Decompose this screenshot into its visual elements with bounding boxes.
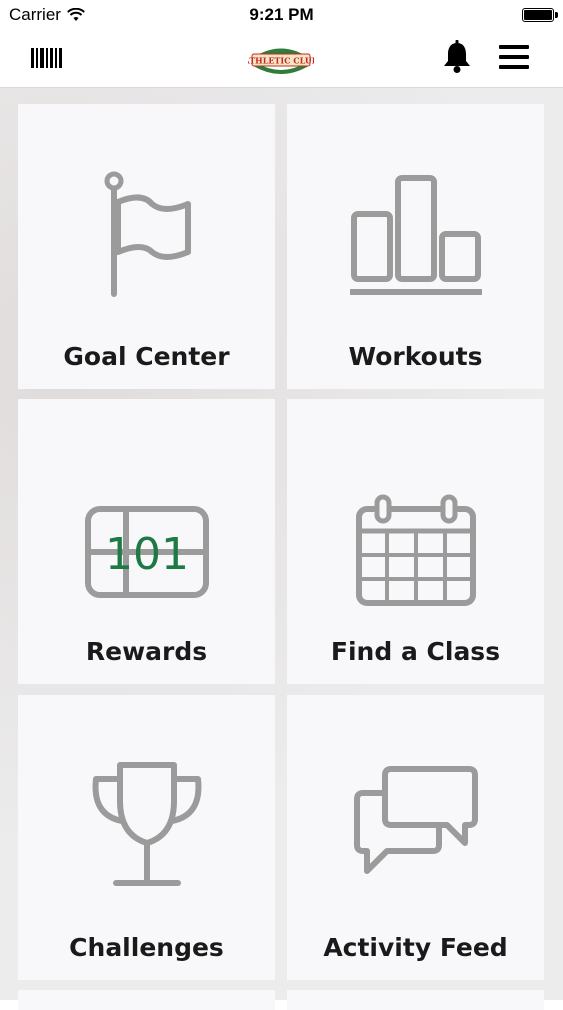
hamburger-menu-icon: [499, 45, 529, 69]
tile-activity-feed[interactable]: Activity Feed: [287, 695, 544, 980]
tile-label: Goal Center: [63, 342, 230, 371]
athletic-club-logo: ATHLETIC CLUB: [242, 40, 319, 78]
chat-bubbles-icon: [353, 766, 478, 874]
clock: 9:21 PM: [249, 5, 314, 24]
rewards-counter-text: 101: [105, 529, 189, 580]
tile-find-a-class[interactable]: Find a Class: [287, 399, 544, 684]
tile-workouts[interactable]: Workouts: [287, 104, 544, 389]
tile-label: Find a Class: [330, 637, 501, 666]
bar-chart-icon: [349, 175, 482, 295]
logo-text: ATHLETIC CLUB: [248, 56, 314, 66]
calendar-icon: [355, 494, 476, 606]
tile-rewards[interactable]: 101 Rewards: [18, 399, 275, 684]
tile-challenges[interactable]: Challenges: [18, 695, 275, 980]
trophy-icon: [92, 762, 201, 886]
tile-label: Rewards: [85, 637, 208, 666]
menu-button[interactable]: [497, 42, 531, 72]
notifications-button[interactable]: [441, 40, 473, 74]
tile-partial[interactable]: [18, 990, 275, 1010]
tile-label: Challenges: [69, 933, 224, 962]
nav-bar: ATHLETIC CLUB: [0, 30, 563, 88]
bell-icon: [444, 40, 470, 73]
barcode-icon: [31, 48, 62, 68]
tile-partial[interactable]: [287, 990, 544, 1010]
dashboard-grid: Goal Center Workouts 101 Rewards Find a …: [0, 88, 563, 1010]
battery-icon: [522, 8, 558, 22]
tile-goal-center[interactable]: Goal Center: [18, 104, 275, 389]
tile-label: Activity Feed: [323, 933, 508, 962]
tile-label: Workouts: [348, 342, 483, 371]
status-bar: Carrier 9:21 PM: [0, 0, 563, 30]
barcode-button[interactable]: [30, 44, 64, 72]
flag-icon: [104, 171, 191, 297]
scoreboard-icon: 101: [84, 506, 209, 598]
